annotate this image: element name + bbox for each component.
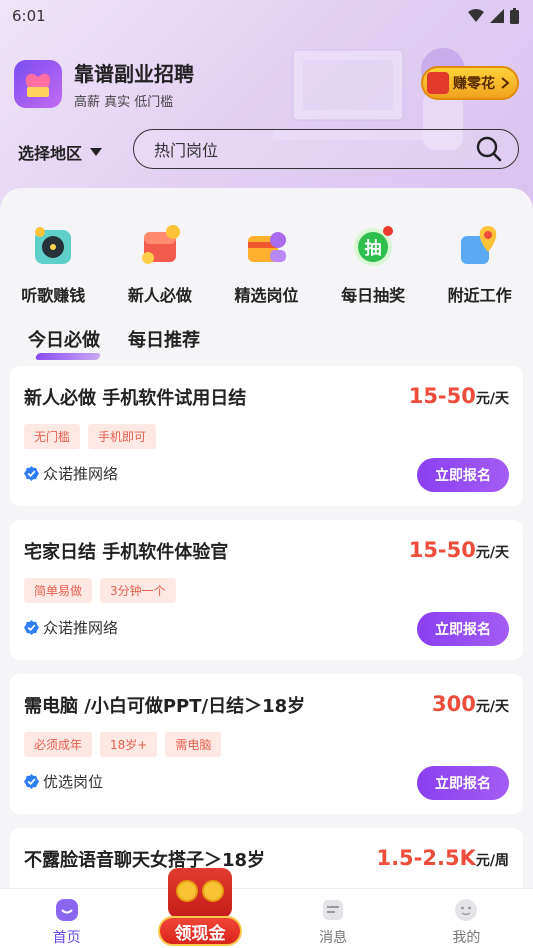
search-placeholder: 热门岗位 [154,141,219,160]
claim-cash-label: 领现金 [158,916,242,946]
shortcut-grid: 听歌赚钱 新人必做 精选岗位 抽 每日抽奖 附近工作 [0,220,533,310]
apply-button[interactable]: 立即报名 [417,612,509,646]
earn-pocket-money-button[interactable]: 赚零花 [421,66,519,100]
signal-icon [490,9,504,23]
verified-badge-icon [24,774,39,789]
shortcut-daily-lottery[interactable]: 抽 每日抽奖 [328,220,418,310]
job-tag: 18岁+ [100,732,158,757]
wifi-icon [468,9,484,22]
shortcut-listen-earn[interactable]: 听歌赚钱 [8,220,98,310]
job-tag: 手机即可 [88,424,157,449]
verified-badge-icon [24,620,39,635]
shortcut-newcomer[interactable]: 新人必做 [115,220,205,310]
job-tag: 无门槛 [24,424,81,449]
battery-icon [510,8,519,24]
shortcut-label: 新人必做 [127,286,192,305]
job-card[interactable]: 新人必做 手机软件试用日结 15-50元/天 无门槛 手机即可 众诺推网络 立即… [10,366,523,506]
profile-icon [455,899,478,921]
job-salary: 300元/天 [432,692,509,716]
job-salary: 15-50元/天 [408,384,509,408]
search-icon[interactable] [476,136,502,162]
job-card[interactable]: 不露脸语音聊天女搭子＞18岁 1.5-2.5K元/周 [10,828,523,888]
feed-tabs: 今日必做 每日推荐 [28,326,200,360]
bottom-nav: 首页 . 消息 我的 [0,888,533,948]
region-label: 选择地区 [18,144,83,163]
nav-home[interactable]: 首页 [17,889,117,947]
earn-button-label: 赚零花 [453,76,495,92]
company-name: 众诺推网络 [24,463,118,484]
message-icon [323,900,344,920]
apply-button[interactable]: 立即报名 [417,766,509,800]
tab-today-must-do[interactable]: 今日必做 [28,326,102,360]
shortcut-label: 精选岗位 [234,286,299,305]
apply-button[interactable]: 立即报名 [417,458,509,492]
search-bar[interactable]: 热门岗位 [133,129,519,169]
shortcut-label: 附近工作 [447,286,512,305]
status-bar: 6:01 [12,6,519,26]
shortcut-label: 听歌赚钱 [21,286,86,305]
red-envelope-icon [427,72,449,94]
app-brand: 靠谱副业招聘 高薪 真实 低门槛 [14,58,194,110]
claim-cash-button[interactable]: 领现金 [158,868,242,948]
company-name: 众诺推网络 [24,617,118,638]
coin-icon [202,880,224,902]
app-subtitle: 高薪 真实 低门槛 [74,95,174,110]
region-selector[interactable]: 选择地区 [18,140,103,164]
lottery-icon: 抽 [354,226,394,266]
job-card[interactable]: 宅家日结 手机软件体验官 15-50元/天 简单易做 3分钟一个 众诺推网络 立… [10,520,523,660]
home-icon [55,899,78,921]
shortcut-nearby-jobs[interactable]: 附近工作 [435,220,525,310]
job-tag: 必须成年 [24,732,93,757]
job-salary: 1.5-2.5K元/周 [376,846,509,870]
music-disc-icon [35,227,72,264]
job-card[interactable]: 需电脑 /小白可做PPT/日结＞18岁 300元/天 必须成年 18岁+ 需电脑… [10,674,523,814]
shortcut-label: 每日抽奖 [341,286,406,305]
job-tag: 3分钟一个 [100,578,176,603]
tab-daily-recommend[interactable]: 每日推荐 [128,326,200,352]
app-logo-icon [14,60,62,108]
chevron-right-icon [501,77,510,89]
red-envelope-icon [141,225,180,264]
briefcase-icon [248,232,287,262]
job-tag: 简单易做 [24,578,93,603]
company-name: 优选岗位 [24,771,103,792]
nav-me[interactable]: 我的 [416,889,516,947]
verified-badge-icon [24,466,39,481]
job-tag: 需电脑 [165,732,222,757]
status-time: 6:01 [12,7,46,25]
job-salary: 15-50元/天 [408,538,509,562]
shortcut-featured-jobs[interactable]: 精选岗位 [221,220,311,310]
app-title: 靠谱副业招聘 [74,62,194,86]
svg-text:抽: 抽 [365,238,382,259]
map-pin-icon [460,226,496,264]
coin-icon [176,880,198,902]
active-tab-indicator [34,353,102,360]
caret-down-icon [90,148,103,156]
nav-messages[interactable]: 消息 [283,889,383,947]
